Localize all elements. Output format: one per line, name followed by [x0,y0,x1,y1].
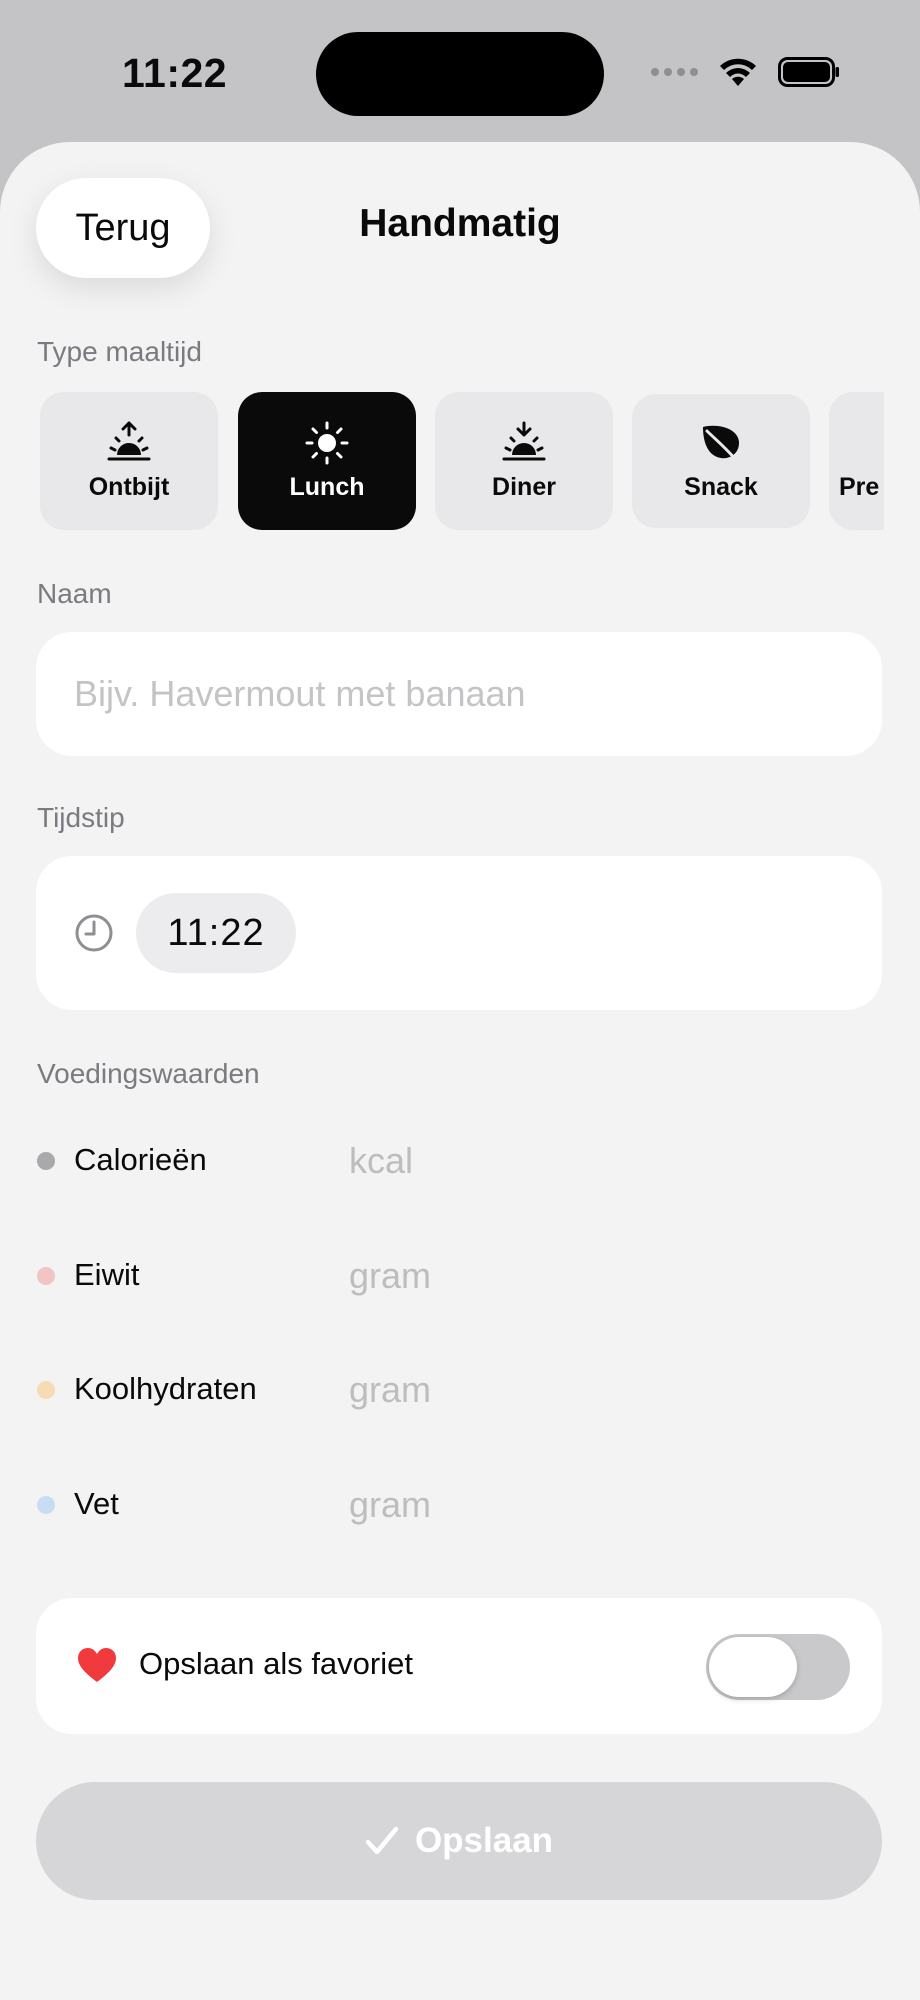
meal-type-label: Type maaltijd [37,336,202,367]
status-bar: 11:22 [0,0,920,142]
status-time: 11:22 [122,50,228,96]
name-label: Naam [37,578,112,609]
carbs-input[interactable]: gram [349,1369,431,1411]
meal-type-selector: Ontbijt Lunch Diner Snack Pre [40,392,884,534]
nutrient-row-carbs: Koolhydraten gram [37,1359,883,1419]
time-label: Tijdstip [37,802,125,833]
nutrient-label: Eiwit [74,1257,140,1292]
fat-dot [37,1496,55,1514]
leaf-icon [703,425,739,462]
status-icons [651,56,840,88]
manual-entry-sheet: Terug Handmatig Type maaltijd Ontbijt Lu… [0,142,920,2000]
name-input[interactable] [36,632,882,756]
time-picker[interactable]: 11:22 [136,893,296,973]
save-button-label: Opslaan [414,1821,554,1860]
clock-icon [75,914,113,952]
meal-chip-label: Diner [492,472,556,501]
favorite-label: Opslaan als favoriet [139,1646,413,1681]
meal-chip-label: Snack [684,472,758,501]
meal-chip-label: Ontbijt [88,472,170,501]
dynamic-island [316,32,604,116]
save-button[interactable]: Opslaan [36,1782,882,1900]
heart-icon [78,1648,116,1682]
nutrition-label: Voedingswaarden [37,1058,260,1089]
favorite-card: Opslaan als favoriet [36,1598,882,1734]
sunset-icon [502,421,546,460]
sunrise-icon [107,421,151,460]
nutrient-label: Vet [74,1486,119,1521]
nutrient-row-calories: Calorieën kcal [37,1130,883,1190]
wifi-icon [720,58,756,86]
toggle-knob [709,1637,797,1697]
checkmark-icon [365,1826,399,1855]
meal-chip-label: Lunch [289,472,365,501]
cellular-signal-icon [651,68,698,76]
battery-icon [778,57,839,87]
calories-input[interactable]: kcal [349,1140,413,1182]
carbs-dot [37,1381,55,1399]
page-title: Handmatig [359,202,561,245]
time-card: 11:22 [36,856,882,1010]
nutrient-label: Calorieën [74,1142,207,1177]
protein-dot [37,1267,55,1285]
meal-chip-lunch[interactable]: Lunch [238,392,416,530]
nutrient-label: Koolhydraten [74,1371,257,1406]
nutrient-row-fat: Vet gram [37,1474,883,1534]
back-button[interactable]: Terug [36,178,210,278]
meal-chip-pre[interactable]: Pre [829,392,884,530]
meal-chip-diner[interactable]: Diner [435,392,613,530]
sun-icon [305,421,349,464]
calories-dot [37,1152,55,1170]
meal-chip-snack[interactable]: Snack [632,394,810,528]
favorite-toggle[interactable] [706,1634,850,1700]
protein-input[interactable]: gram [349,1255,431,1297]
meal-chip-ontbijt[interactable]: Ontbijt [40,392,218,530]
fat-input[interactable]: gram [349,1484,431,1526]
nutrient-row-protein: Eiwit gram [37,1245,883,1305]
meal-chip-label: Pre [839,473,880,501]
